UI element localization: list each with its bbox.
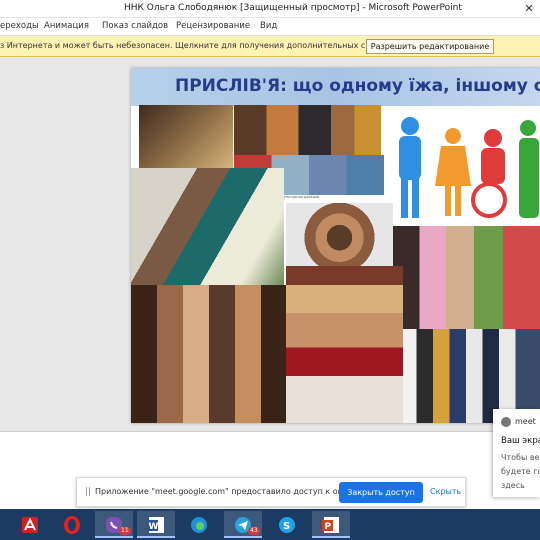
svg-text:P: P xyxy=(325,522,332,532)
slide[interactable]: ПРИСЛІВ'Я: що одному їжа, іншому отру Пр… xyxy=(131,68,540,423)
meet-notification[interactable]: meet Ваш экра Чтобы ве будете го здесь xyxy=(493,409,540,497)
word-icon: W xyxy=(147,517,164,533)
tab-review[interactable]: Рецензирование xyxy=(176,21,250,31)
photo-muslim-family xyxy=(131,168,284,285)
edge-icon xyxy=(191,517,207,533)
notification-heading: Ваш экра xyxy=(501,436,540,446)
taskbar-telegram[interactable]: 43 xyxy=(224,511,262,538)
protected-view-message[interactable]: з Интернета и может быть небезопасен. Ще… xyxy=(0,41,404,50)
notification-line: будете го xyxy=(501,467,540,476)
notification-line: Чтобы ве xyxy=(501,453,540,462)
telegram-badge: 43 xyxy=(248,527,260,535)
window-title: ННК Ольга Слободянюк [Защищенный просмот… xyxy=(124,3,462,13)
photo-smiling-children xyxy=(393,226,540,329)
taskbar: 11 W 43 S P xyxy=(0,509,540,540)
meet-app-icon xyxy=(501,417,511,427)
photo-hands-circle xyxy=(286,203,393,266)
notification-app-name: meet xyxy=(515,417,536,426)
ribbon-tabs: ереходы Анимация Показ слайдов Рецензиро… xyxy=(0,18,540,36)
stop-sharing-button[interactable]: Закрыть доступ xyxy=(339,482,423,503)
svg-text:W: W xyxy=(149,522,159,532)
tab-transitions[interactable]: ереходы xyxy=(0,21,39,31)
taskbar-viber[interactable]: 11 xyxy=(95,511,133,538)
close-window-button[interactable]: ✕ xyxy=(518,0,540,18)
powerpoint-icon: P xyxy=(322,517,339,533)
hide-link[interactable]: Скрыть xyxy=(430,487,461,496)
title-bar: ННК Ольга Слободянюк [Защищенный просмот… xyxy=(0,0,540,18)
taskbar-skype[interactable]: S xyxy=(268,511,306,538)
taskbar-adobe-reader[interactable] xyxy=(11,511,49,538)
viber-badge: 11 xyxy=(119,527,131,535)
opera-icon xyxy=(64,516,80,534)
tab-view[interactable]: Вид xyxy=(260,21,277,31)
taskbar-opera[interactable] xyxy=(53,511,91,538)
drag-handle-icon[interactable]: || xyxy=(85,487,91,497)
photo-tribal-portraits xyxy=(234,105,381,155)
skype-icon: S xyxy=(279,517,295,533)
slide-title: ПРИСЛІВ'Я: що одному їжа, іншому отру xyxy=(175,76,540,96)
screen-share-bar: || Приложение "meet.google.com" предоста… xyxy=(76,477,466,507)
adobe-reader-icon xyxy=(22,517,38,533)
photo-faces-grid xyxy=(131,285,286,423)
tab-animation[interactable]: Анимация xyxy=(44,21,89,31)
taskbar-word[interactable]: W xyxy=(137,511,175,538)
svg-text:S: S xyxy=(283,521,290,532)
enable-editing-button[interactable]: Разрешить редактирование xyxy=(366,39,494,54)
taskbar-edge[interactable] xyxy=(180,511,218,538)
photo-family-hanukkah xyxy=(139,105,233,168)
screen-share-message: Приложение "meet.google.com" предоставил… xyxy=(95,487,355,496)
protected-view-bar: з Интернета и может быть небезопасен. Ще… xyxy=(0,36,540,57)
taskbar-powerpoint[interactable]: P xyxy=(312,511,350,538)
photo-folk-costume-woman xyxy=(286,266,403,423)
tab-slide-show[interactable]: Показ слайдов xyxy=(102,21,168,31)
illustration-colorful-people xyxy=(385,108,540,226)
notification-line: здесь xyxy=(501,481,525,490)
